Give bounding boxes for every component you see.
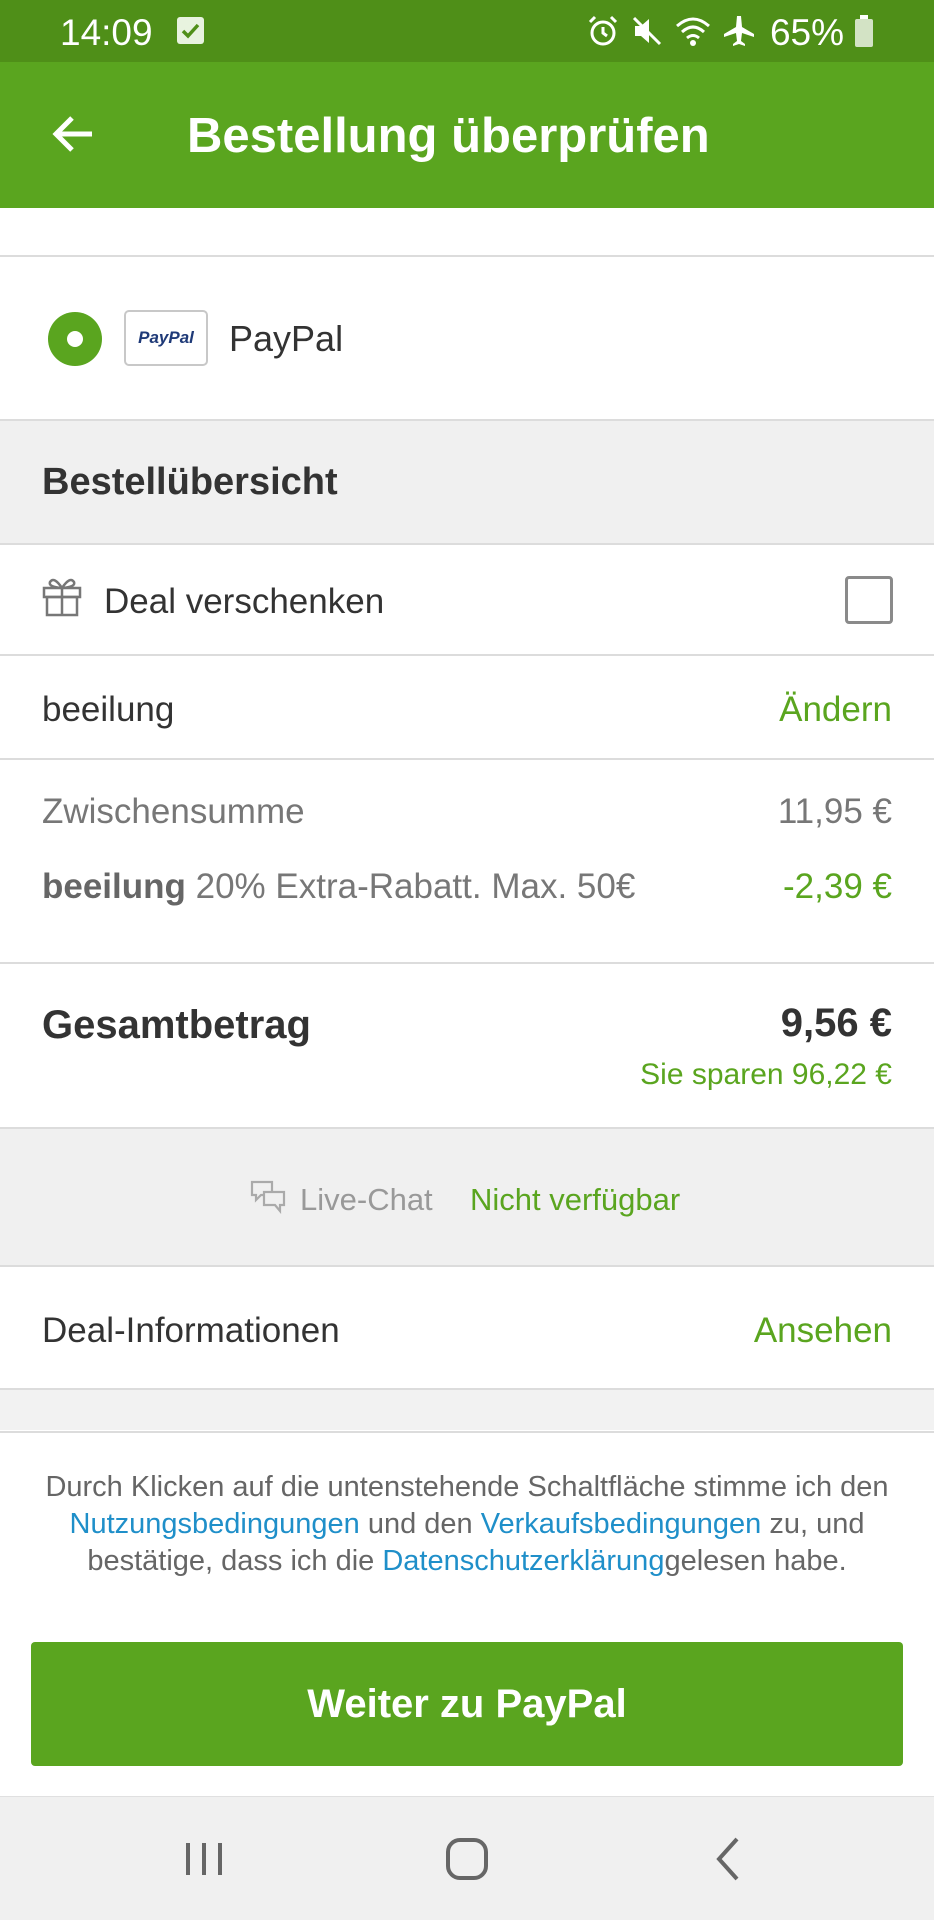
discount-code: beeilung [42, 867, 186, 906]
chat-icon [250, 1180, 286, 1215]
subtotal-value: 11,95 € [777, 792, 892, 831]
subtotal-label: Zwischensumme [42, 792, 305, 831]
deal-info-label: Deal-Informationen [42, 1311, 340, 1350]
discount-label: beeilung 20% Extra-Rabatt. Max. 50€ [42, 867, 635, 907]
continue-to-paypal-button[interactable]: Weiter zu PayPal [31, 1642, 903, 1766]
section-title: Bestellübersicht [42, 461, 338, 503]
spacer-band [0, 1390, 934, 1430]
discount-value: -2,39 € [783, 867, 892, 906]
total-label: Gesamtbetrag [42, 1003, 311, 1047]
divider [0, 255, 934, 257]
live-chat-row [0, 1129, 934, 1265]
alarm-icon [586, 14, 620, 53]
legal-text-4: gelesen habe. [664, 1545, 847, 1577]
checkout-footer: Durch Klicken auf die untenstehende Scha… [0, 1431, 934, 1796]
airplane-icon [722, 14, 756, 53]
gift-deal-checkbox[interactable] [845, 576, 893, 624]
divider [0, 758, 934, 760]
status-time: 14:09 [60, 12, 153, 53]
battery-percent: 65% [769, 12, 844, 53]
divider [0, 543, 934, 545]
legal-notice: Durch Klicken auf die untenstehende Scha… [30, 1469, 904, 1580]
cta-label: Weiter zu PayPal [307, 1681, 627, 1726]
app-bar: Bestellung überprüfen [0, 62, 934, 208]
paypal-logo: PayPal [124, 310, 208, 366]
order-summary-header: Bestellübersicht [0, 421, 934, 543]
gift-deal-label: Deal verschenken [104, 582, 385, 621]
legal-text-2: und den [359, 1508, 481, 1540]
payment-radio[interactable] [48, 312, 102, 366]
savings-text: Sie sparen 96,22 € [640, 1058, 892, 1091]
deal-info-view-link[interactable]: Ansehen [754, 1311, 892, 1351]
coupon-code: beeilung [42, 690, 175, 729]
recent-apps-icon[interactable] [172, 1827, 236, 1891]
battery-icon [854, 14, 874, 53]
live-chat-status: Nicht verfügbar [470, 1182, 681, 1217]
terms-of-use-link[interactable]: Nutzungsbedingungen [70, 1508, 360, 1540]
check-icon [177, 17, 204, 44]
home-icon[interactable] [435, 1827, 499, 1891]
total-value: 9,56 € [780, 1001, 892, 1045]
system-nav-bar [0, 1796, 934, 1920]
divider [0, 654, 934, 656]
payment-method-label: PayPal [229, 318, 344, 359]
gift-icon [40, 574, 84, 618]
legal-text-1: Durch Klicken auf die untenstehende Scha… [45, 1471, 889, 1503]
change-coupon-link[interactable]: Ändern [779, 690, 892, 730]
page-title: Bestellung überprüfen [187, 109, 710, 163]
status-bar: 14:09 65% [0, 0, 934, 62]
divider [0, 1265, 934, 1267]
live-chat-label: Live-Chat [300, 1182, 433, 1217]
back-icon[interactable] [697, 1827, 761, 1891]
status-icons: 65% [586, 12, 874, 54]
wifi-icon [674, 14, 712, 53]
privacy-policy-link[interactable]: Datenschutzerklärung [382, 1545, 664, 1577]
terms-of-sale-link[interactable]: Verkaufsbedingungen [481, 1508, 762, 1540]
discount-description: 20% Extra-Rabatt. Max. 50€ [185, 867, 636, 906]
arrow-left-icon[interactable] [48, 110, 96, 158]
mute-icon [630, 14, 664, 53]
divider [0, 962, 934, 964]
paypal-logo-text: PayPal [138, 328, 194, 347]
